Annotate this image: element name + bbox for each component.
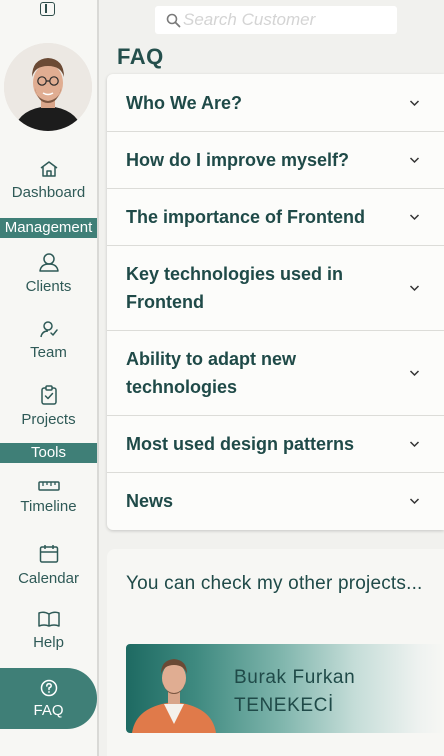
chevron-down-icon [409,100,420,107]
section-header-management: Management [0,218,97,238]
faq-accordion: Who We Are? How do I improve myself? The… [107,74,444,530]
sidebar-item-label: FAQ [33,702,64,719]
section-header-tools: Tools [0,443,97,463]
faq-item[interactable]: Ability to adapt new technologies [107,331,444,416]
faq-item[interactable]: Key technologies used in Frontend [107,246,444,331]
chevron-down-icon [409,285,420,292]
sidebar-item-projects[interactable]: Projects [0,385,97,428]
faq-question: Who We Are? [126,93,242,113]
home-icon [40,161,57,177]
faq-item[interactable]: News [107,473,444,530]
person-photo [132,659,216,733]
faq-item[interactable]: The importance of Frontend [107,189,444,246]
faq-question: Ability to adapt new technologies [126,349,297,397]
question-circle-icon [40,679,57,697]
sidebar-item-team[interactable]: Team [0,320,97,361]
faq-item[interactable]: Who We Are? [107,74,444,132]
user-icon [38,253,59,272]
ruler-icon [37,481,60,491]
sidebar-item-dashboard[interactable]: Dashboard [0,160,97,201]
book-icon [37,611,60,627]
faq-question: How do I improve myself? [126,150,350,170]
sidebar-divider [97,0,99,756]
clipboard-check-icon [40,385,57,405]
portfolio-banner[interactable]: Burak Furkan TENEKECİ [126,644,444,733]
avatar-image [4,43,92,131]
sidebar-item-label: Team [30,344,67,361]
sidebar-item-timeline[interactable]: Timeline [0,480,97,515]
portfolio-name-last: TENEKECİ [234,695,334,716]
faq-question: The importance of Frontend [126,207,366,227]
search-icon [166,13,181,28]
faq-question: Most used design patterns [126,434,355,454]
faq-item[interactable]: Most used design patterns [107,416,444,473]
sidebar-item-label: Help [33,634,64,651]
chevron-down-icon [409,157,420,164]
avatar[interactable] [4,43,92,131]
page-title: FAQ [117,44,164,69]
sidebar-item-label: Dashboard [11,184,86,201]
faq-item[interactable]: How do I improve myself? [107,132,444,189]
projects-text: You can check my other projects... [126,573,423,594]
faq-question: Key technologies used in Frontend [126,264,344,312]
chevron-down-icon [409,498,420,505]
sidebar-item-label: Calendar [18,570,79,587]
sidebar-item-clients[interactable]: Clients [0,252,97,295]
calendar-icon [39,545,58,563]
chevron-down-icon [409,370,420,377]
search-bar [155,6,397,34]
sidebar-toggle-icon[interactable] [40,2,55,16]
sidebar-item-label: Clients [25,278,72,295]
search-input[interactable] [183,10,388,30]
portfolio-name: Burak Furkan TENEKECİ [234,664,355,720]
portfolio-name-first: Burak Furkan [234,667,356,688]
sidebar-item-label: Timeline [20,498,77,515]
sidebar-item-calendar[interactable]: Calendar [0,544,97,587]
sidebar-item-label: Projects [21,411,76,428]
sidebar-item-help[interactable]: Help [0,610,97,651]
sidebar-item-faq[interactable]: FAQ [0,668,97,729]
chevron-down-icon [409,214,420,221]
projects-card: You can check my other projects... Burak… [107,549,444,756]
faq-question: News [126,491,174,511]
team-icon [39,321,58,338]
chevron-down-icon [409,441,420,448]
